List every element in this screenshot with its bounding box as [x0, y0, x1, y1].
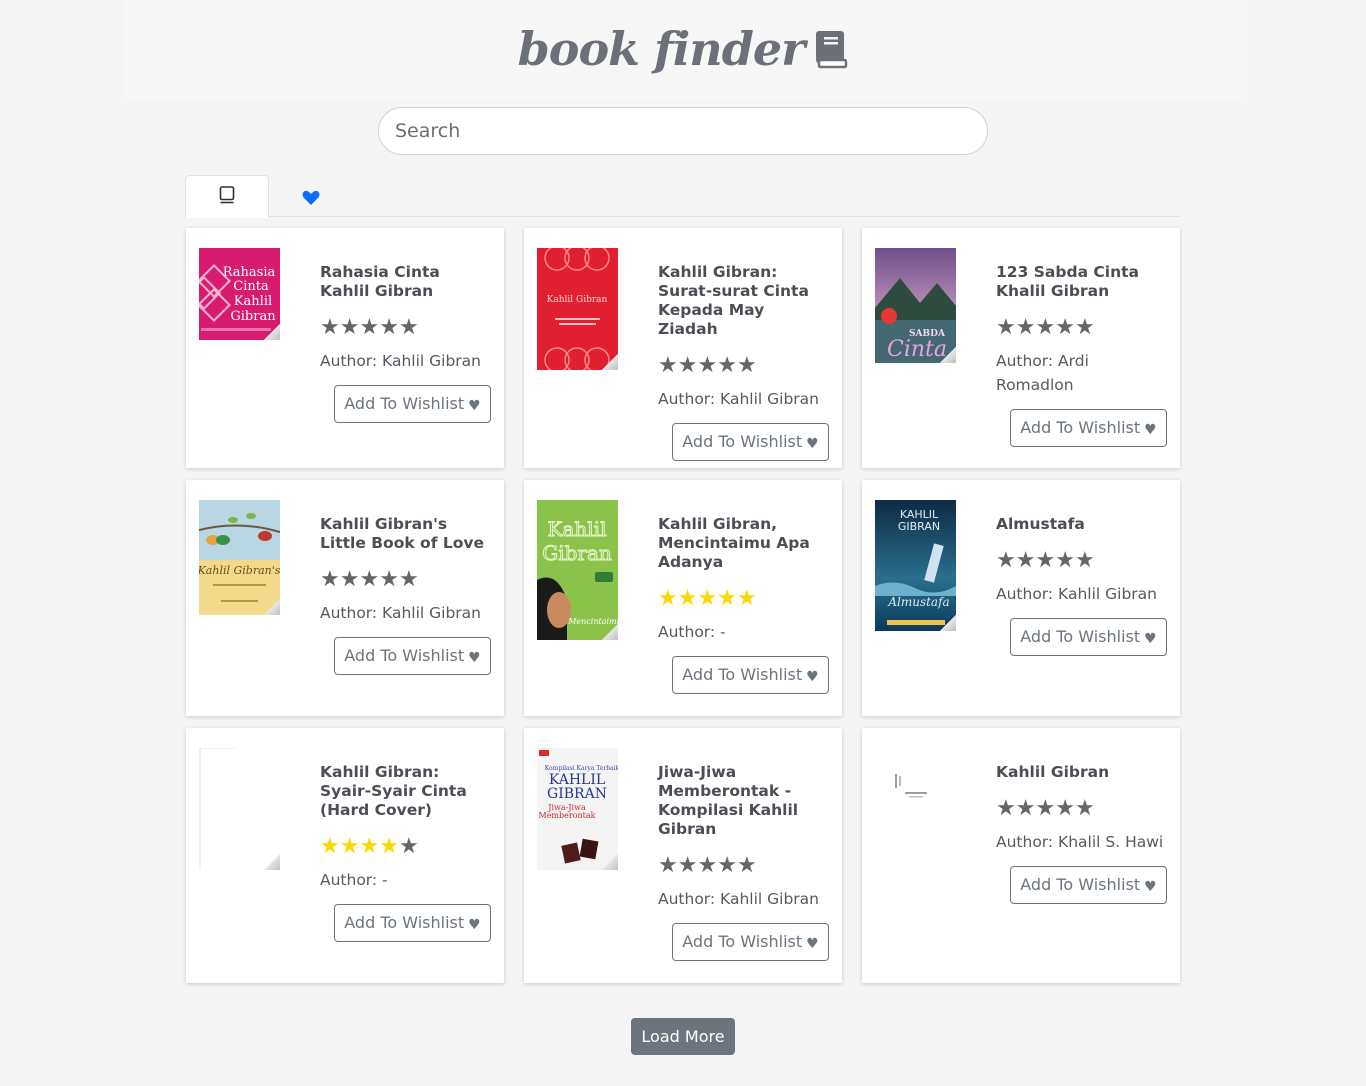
book-info: 123 Sabda Cinta Khalil Gibran ★★★★★ Auth… [996, 263, 1167, 447]
app-logo: book finder [0, 22, 1366, 76]
svg-text:Kahlil Gibran's: Kahlil Gibran's [199, 564, 280, 577]
heart-icon: ♥ [1144, 631, 1157, 647]
book-title: Kahlil Gibran: Syair-Syair Cinta (Hard C… [320, 763, 467, 819]
book-title: Kahlil Gibran [996, 763, 1110, 781]
book-info: Kahlil Gibran: Surat-surat Cinta Kepada … [658, 263, 829, 461]
book-title: Kahlil Gibran's Little Book of Love [320, 515, 484, 552]
book-info: Kahlil Gibran: Syair-Syair Cinta (Hard C… [320, 763, 491, 942]
book-title: Kahlil Gibran, Mencintaimu Apa Adanya [658, 515, 810, 571]
rating-stars: ★★★★★ [996, 548, 1095, 573]
tab-bar [185, 175, 1181, 218]
book-cover: Kahlil Gibran [537, 248, 618, 370]
svg-text:Cinta: Cinta [887, 337, 947, 362]
book-cover: KAHLIL GIBRAN Almustafa [875, 500, 956, 631]
book-author: Author: Khalil S. Hawi [996, 833, 1164, 851]
heart-icon: ♥ [468, 650, 481, 666]
heart-icon: ♥ [468, 917, 481, 933]
rating-stars: ★★★★★ [658, 853, 757, 878]
svg-text:Kahlil: Kahlil [234, 294, 272, 309]
book-card: Kahlil Gibran's Kahlil Gibran's Little B… [186, 480, 504, 716]
book-card: Kompilasi Karya Terbaik KAHLIL GIBRAN Ji… [524, 728, 842, 983]
book-cover [875, 748, 956, 808]
book-info: Rahasia Cinta Kahlil Gibran ★★★★★ Author… [320, 263, 491, 423]
add-to-wishlist-button[interactable]: Add To Wishlist ♥ [672, 923, 829, 961]
heart-icon [302, 190, 320, 210]
svg-text:Cinta: Cinta [233, 279, 269, 294]
add-to-wishlist-button[interactable]: Add To Wishlist ♥ [672, 656, 829, 694]
book-outline-icon [219, 185, 235, 208]
book-author: Author: Kahlil Gibran [320, 604, 481, 622]
svg-text:Kahlil Gibran: Kahlil Gibran [547, 295, 608, 305]
svg-text:Kahlil: Kahlil [548, 517, 607, 541]
book-cover [199, 748, 280, 870]
add-to-wishlist-button[interactable]: Add To Wishlist ♥ [334, 904, 491, 942]
book-title: 123 Sabda Cinta Khalil Gibran [996, 263, 1140, 300]
book-card: KAHLIL GIBRAN Almustafa Almustafa ★★★★★ … [862, 480, 1180, 716]
book-cover: SABDA Cinta [875, 248, 956, 363]
tab-books[interactable] [185, 175, 269, 218]
svg-text:Memberontak: Memberontak [539, 811, 596, 820]
rating-stars: ★★★★★ [320, 567, 419, 592]
book-author: Author: Kahlil Gibran [658, 890, 819, 908]
heart-icon: ♥ [806, 936, 819, 952]
svg-text:GIBRAN: GIBRAN [898, 520, 940, 533]
svg-text:Almustafa: Almustafa [887, 595, 949, 609]
add-to-wishlist-button[interactable]: Add To Wishlist ♥ [1010, 618, 1167, 656]
book-info: Kahlil Gibran's Little Book of Love ★★★★… [320, 515, 491, 675]
book-card: Kahlil Gibran Kahlil Gibran: Surat-surat… [524, 228, 842, 468]
book-card: Kahlil Gibran Mencintaimu Kahlil Gibran,… [524, 480, 842, 716]
book-title: Kahlil Gibran: Surat-surat Cinta Kepada … [658, 263, 809, 338]
app-title: book finder [517, 22, 806, 76]
rating-stars: ★★★★★ [658, 586, 757, 611]
rating-stars: ★★★★★ [996, 796, 1095, 821]
book-author: Author: Kahlil Gibran [320, 352, 481, 370]
svg-text:GIBRAN: GIBRAN [547, 786, 607, 802]
book-author: Author: Kahlil Gibran [996, 585, 1157, 603]
add-to-wishlist-button[interactable]: Add To Wishlist ♥ [1010, 866, 1167, 904]
svg-text:Gibran: Gibran [230, 309, 276, 324]
svg-text:Gibran: Gibran [542, 541, 612, 565]
svg-text:Rahasia: Rahasia [223, 265, 276, 280]
search-input[interactable] [378, 107, 988, 155]
add-to-wishlist-button[interactable]: Add To Wishlist ♥ [334, 637, 491, 675]
rating-stars: ★★★★★ [996, 315, 1095, 340]
book-cover: Kahlil Gibran Mencintaimu [537, 500, 618, 640]
book-author: Author: Ardi Romadlon [996, 352, 1089, 394]
book-title: Almustafa [996, 515, 1085, 533]
book-info: Jiwa-Jiwa Memberontak - Kompilasi Kahlil… [658, 763, 829, 961]
rating-stars: ★★★★★ [320, 315, 419, 340]
book-icon [814, 26, 848, 69]
svg-text:Kompilasi Karya Terbaik: Kompilasi Karya Terbaik [545, 765, 618, 772]
book-title: Jiwa-Jiwa Memberontak - Kompilasi Kahlil… [658, 763, 799, 838]
heart-icon: ♥ [468, 398, 481, 414]
heart-icon: ♥ [1144, 422, 1157, 438]
add-to-wishlist-button[interactable]: Add To Wishlist ♥ [1010, 409, 1167, 447]
book-info: Almustafa ★★★★★ Author: Kahlil Gibran Ad… [996, 515, 1167, 656]
book-author: Author: Kahlil Gibran [658, 390, 819, 408]
rating-stars: ★★★★★ [320, 834, 419, 859]
book-cover: Kahlil Gibran's [199, 500, 280, 615]
heart-icon: ♥ [806, 669, 819, 685]
add-to-wishlist-button[interactable]: Add To Wishlist ♥ [334, 385, 491, 423]
book-info: Kahlil Gibran ★★★★★ Author: Khalil S. Ha… [996, 763, 1167, 904]
book-title: Rahasia Cinta Kahlil Gibran [320, 263, 440, 300]
book-card: Rahasia Cinta Kahlil Gibran Rahasia Cint… [186, 228, 504, 468]
load-more-button[interactable]: Load More [631, 1018, 735, 1055]
heart-icon: ♥ [806, 436, 819, 452]
tab-wishlist[interactable] [269, 179, 353, 221]
book-cover: Kompilasi Karya Terbaik KAHLIL GIBRAN Ji… [537, 748, 618, 870]
book-card: SABDA Cinta 123 Sabda Cinta Khalil Gibra… [862, 228, 1180, 468]
book-card: Kahlil Gibran ★★★★★ Author: Khalil S. Ha… [862, 728, 1180, 983]
book-cover: Rahasia Cinta Kahlil Gibran [199, 248, 280, 340]
rating-stars: ★★★★★ [658, 353, 757, 378]
book-card: Kahlil Gibran: Syair-Syair Cinta (Hard C… [186, 728, 504, 983]
add-to-wishlist-button[interactable]: Add To Wishlist ♥ [672, 423, 829, 461]
book-author: Author: - [658, 623, 726, 641]
book-author: Author: - [320, 871, 388, 889]
heart-icon: ♥ [1144, 879, 1157, 895]
book-info: Kahlil Gibran, Mencintaimu Apa Adanya ★★… [658, 515, 829, 694]
